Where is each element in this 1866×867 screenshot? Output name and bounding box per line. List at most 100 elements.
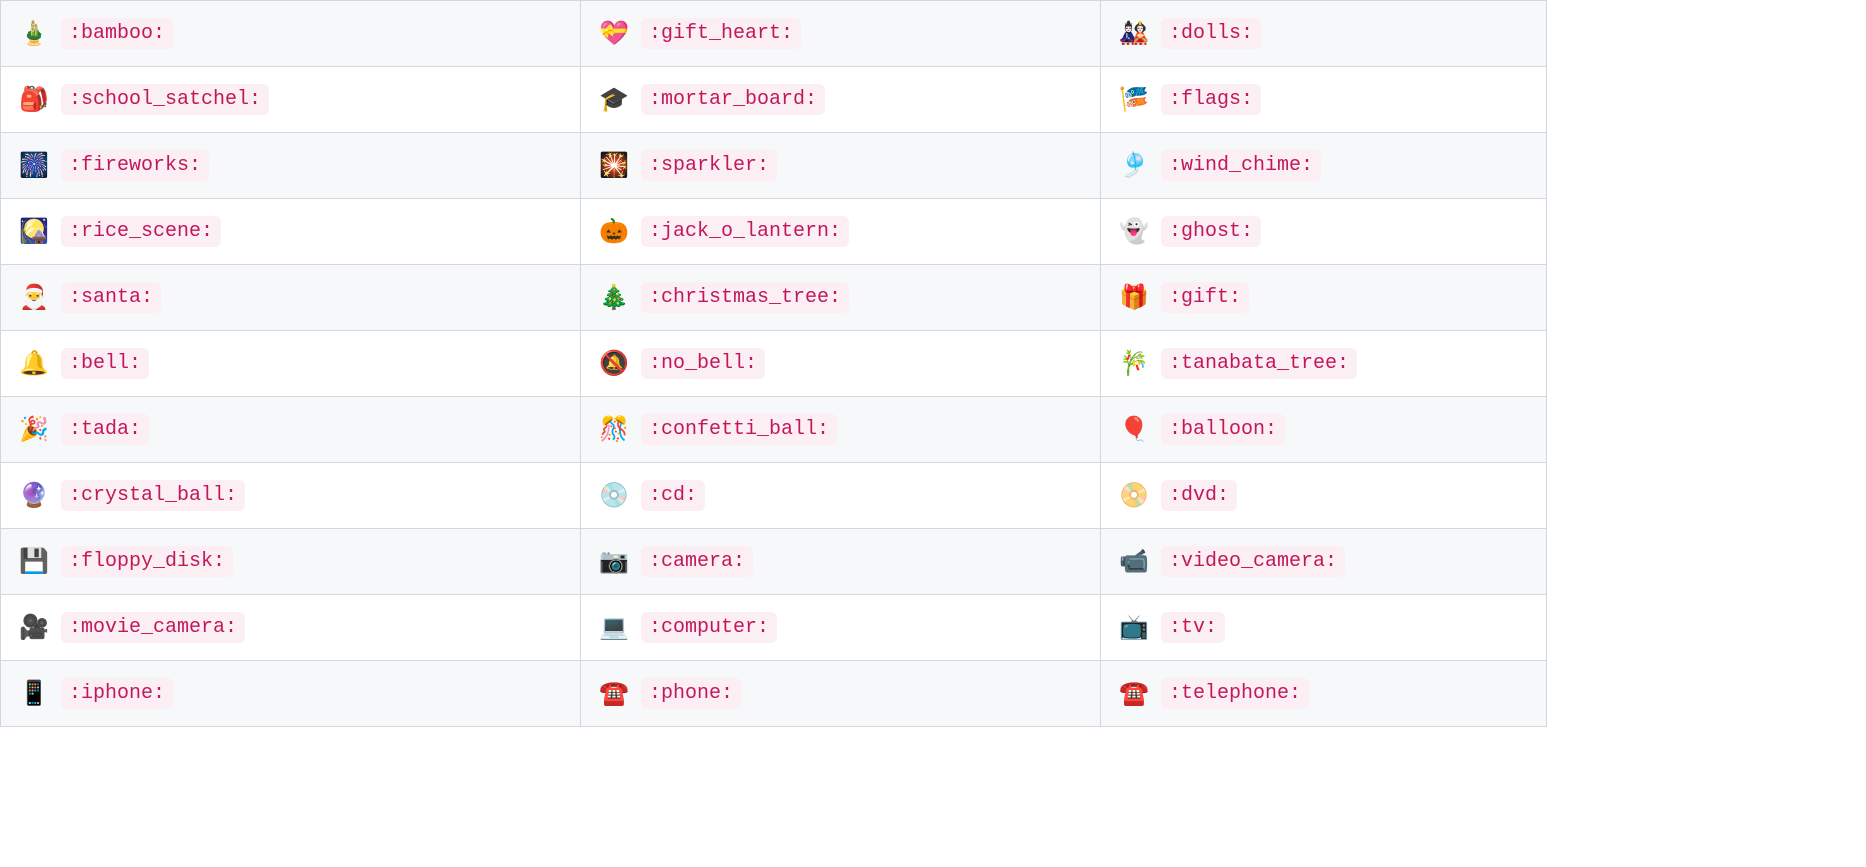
tv-icon: 📺 [1119,616,1147,640]
emoji-cell-sparkler: 🎇 :sparkler: [581,133,1101,199]
emoji-cell-cd: 💿:cd: [581,463,1101,529]
tada-icon: 🎉 [19,418,47,442]
emoji-cell-movie-camera: 🎥 :movie_camera: [1,595,581,661]
emoji-cell-video-camera: 📹 :video_camera: [1101,529,1547,595]
shortcode-iphone[interactable]: :iphone: [61,678,173,709]
emoji-cell-tanabata-tree: 🎋 :tanabata_tree: [1101,331,1547,397]
emoji-cell-santa: 🎅 :santa: [1,265,581,331]
tanabata-tree-icon: 🎋 [1119,352,1147,376]
emoji-cell-camera: 📷:camera: [581,529,1101,595]
table-row: 🎒:school_satchel: 🎓 :mortar_board: 🎏 :flags: [1,67,1547,133]
emoji-cell-balloon: 🎈 :balloon: [1101,397,1547,463]
emoji-table-body: 🎍:bamboo:💝:gift_heart:🎎:dolls:🎒:school_s… [1,1,1547,727]
shortcode-ghost[interactable]: :ghost: [1161,216,1261,247]
table-row: 💾:floppy_disk:📷:camera: 📹 :video_camera: [1,529,1547,595]
shortcode-dolls[interactable]: :dolls: [1161,18,1261,49]
shortcode-bell[interactable]: :bell: [61,348,149,379]
shortcode-tanabata-tree[interactable]: :tanabata_tree: [1161,348,1357,379]
emoji-cell-computer: 💻 :computer: [581,595,1101,661]
shortcode-rice-scene[interactable]: :rice_scene: [61,216,221,247]
emoji-cell-christmas-tree: 🎄 :christmas_tree: [581,265,1101,331]
no-bell-icon: 🔕 [599,352,627,376]
bell-icon: 🔔 [19,352,47,376]
shortcode-wind-chime[interactable]: :wind_chime: [1161,150,1321,181]
emoji-shortcode-table: 🎍:bamboo:💝:gift_heart:🎎:dolls:🎒:school_s… [0,0,1547,727]
iphone-icon: 📱 [19,682,47,706]
table-row: 🎥 :movie_camera: 💻 :computer: 📺 :tv: [1,595,1547,661]
shortcode-mortar-board[interactable]: :mortar_board: [641,84,825,115]
video-camera-icon: 📹 [1119,550,1147,574]
shortcode-balloon[interactable]: :balloon: [1161,414,1285,445]
shortcode-floppy-disk[interactable]: :floppy_disk: [61,546,233,577]
flags-icon: 🎏 [1119,88,1147,112]
table-row: 🔔 :bell: 🔕 :no_bell: 🎋 :tanabata_tree: [1,331,1547,397]
mortar-board-icon: 🎓 [599,88,627,112]
table-row: 📱 :iphone: ☎️:phone: ☎️ :telephone: [1,661,1547,727]
shortcode-sparkler[interactable]: :sparkler: [641,150,777,181]
shortcode-christmas-tree[interactable]: :christmas_tree: [641,282,849,313]
emoji-cell-fireworks: 🎆 :fireworks: [1,133,581,199]
shortcode-movie-camera[interactable]: :movie_camera: [61,612,245,643]
shortcode-video-camera[interactable]: :video_camera: [1161,546,1345,577]
shortcode-tv[interactable]: :tv: [1161,612,1225,643]
santa-icon: 🎅 [19,286,47,310]
telephone-icon: ☎️ [1119,682,1147,706]
shortcode-fireworks[interactable]: :fireworks: [61,150,209,181]
shortcode-gift[interactable]: :gift: [1161,282,1249,313]
gift-heart-icon: 💝 [599,22,627,46]
emoji-cell-phone: ☎️:phone: [581,661,1101,727]
shortcode-confetti-ball[interactable]: :confetti_ball: [641,414,837,445]
balloon-icon: 🎈 [1119,418,1147,442]
shortcode-crystal-ball[interactable]: :crystal_ball: [61,480,245,511]
shortcode-phone[interactable]: :phone: [641,678,741,709]
shortcode-santa[interactable]: :santa: [61,282,161,313]
shortcode-dvd[interactable]: :dvd: [1161,480,1237,511]
emoji-cell-wind-chime: 🎐 :wind_chime: [1101,133,1547,199]
emoji-cell-tv: 📺 :tv: [1101,595,1547,661]
bamboo-icon: 🎍 [19,22,47,46]
emoji-cell-school-satchel: 🎒:school_satchel: [1,67,581,133]
computer-icon: 💻 [599,616,627,640]
dvd-icon: 📀 [1119,484,1147,508]
movie-camera-icon: 🎥 [19,616,47,640]
fireworks-icon: 🎆 [19,154,47,178]
shortcode-flags[interactable]: :flags: [1161,84,1261,115]
shortcode-no-bell[interactable]: :no_bell: [641,348,765,379]
shortcode-gift-heart[interactable]: :gift_heart: [641,18,801,49]
emoji-cell-gift: 🎁:gift: [1101,265,1547,331]
emoji-cell-telephone: ☎️ :telephone: [1101,661,1547,727]
table-row: 🎉 :tada: 🎊 :confetti_ball: 🎈 :balloon: [1,397,1547,463]
table-row: 🎑:rice_scene:🎃:jack_o_lantern:👻:ghost: [1,199,1547,265]
wind-chime-icon: 🎐 [1119,154,1147,178]
emoji-cell-gift-heart: 💝 :gift_heart: [581,1,1101,67]
crystal-ball-icon: 🔮 [19,484,47,508]
emoji-cell-ghost: 👻:ghost: [1101,199,1547,265]
shortcode-camera[interactable]: :camera: [641,546,753,577]
emoji-cell-crystal-ball: 🔮 :crystal_ball: [1,463,581,529]
table-row: 🎆 :fireworks: 🎇 :sparkler: 🎐 :wind_chime: [1,133,1547,199]
emoji-cell-tada: 🎉 :tada: [1,397,581,463]
jack-o-lantern-icon: 🎃 [599,220,627,244]
table-row: 🔮 :crystal_ball: 💿:cd: 📀 :dvd: [1,463,1547,529]
shortcode-jack-o-lantern[interactable]: :jack_o_lantern: [641,216,849,247]
emoji-cell-dvd: 📀 :dvd: [1101,463,1547,529]
confetti-ball-icon: 🎊 [599,418,627,442]
emoji-cell-mortar-board: 🎓 :mortar_board: [581,67,1101,133]
emoji-cell-floppy-disk: 💾:floppy_disk: [1,529,581,595]
shortcode-telephone[interactable]: :telephone: [1161,678,1309,709]
emoji-cell-flags: 🎏 :flags: [1101,67,1547,133]
shortcode-computer[interactable]: :computer: [641,612,777,643]
emoji-cell-confetti-ball: 🎊 :confetti_ball: [581,397,1101,463]
emoji-cell-dolls: 🎎:dolls: [1101,1,1547,67]
emoji-cell-jack-o-lantern: 🎃 :jack_o_lantern: [581,199,1101,265]
sparkler-icon: 🎇 [599,154,627,178]
shortcode-cd[interactable]: :cd: [641,480,705,511]
emoji-cell-bell: 🔔 :bell: [1,331,581,397]
emoji-cell-iphone: 📱 :iphone: [1,661,581,727]
shortcode-school-satchel[interactable]: :school_satchel: [61,84,269,115]
christmas-tree-icon: 🎄 [599,286,627,310]
table-row: 🎍 :bamboo: 💝 :gift_heart: 🎎:dolls: [1,1,1547,67]
shortcode-tada[interactable]: :tada: [61,414,149,445]
emoji-cell-no-bell: 🔕 :no_bell: [581,331,1101,397]
shortcode-bamboo[interactable]: :bamboo: [61,18,173,49]
